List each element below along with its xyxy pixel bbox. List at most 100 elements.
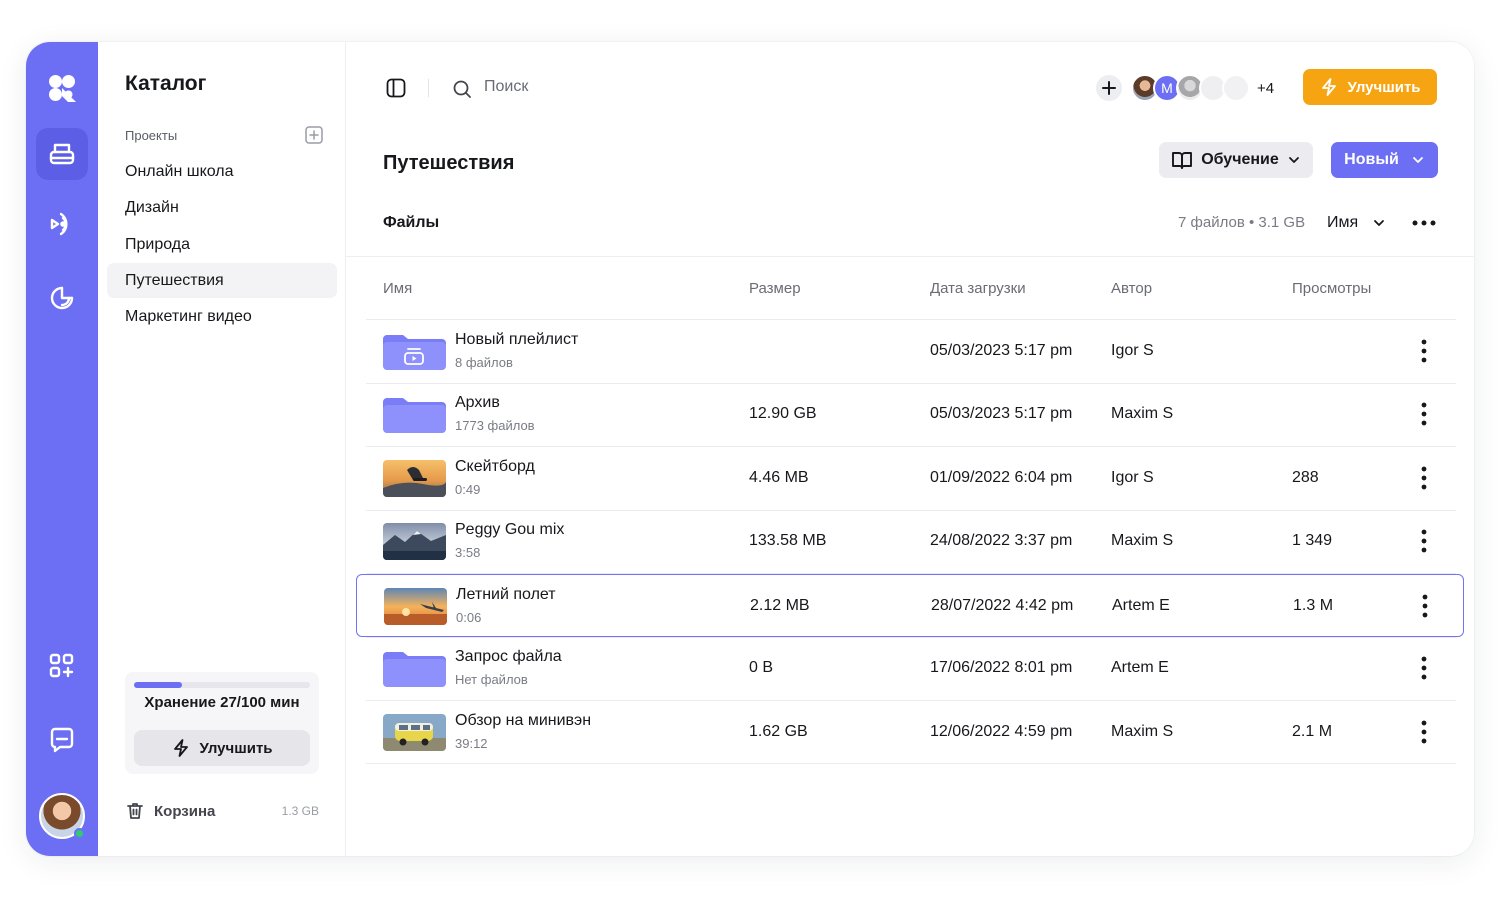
- projects-section-label: Проекты: [125, 128, 178, 143]
- more-horizontal-icon[interactable]: [1412, 220, 1436, 226]
- upload-date: 05/03/2023 5:17 pm: [930, 342, 1073, 359]
- online-status-indicator: [74, 828, 85, 839]
- column-header-date[interactable]: Дата загрузки: [930, 280, 1026, 297]
- storage-progress-fill: [134, 682, 182, 688]
- toolbar-divider: [428, 79, 429, 97]
- more-vertical-icon[interactable]: [1421, 402, 1427, 431]
- search-icon[interactable]: [452, 79, 472, 99]
- add-collaborator-button[interactable]: [1096, 75, 1122, 101]
- storage-upgrade-button[interactable]: Улучшить: [134, 730, 310, 766]
- table-row[interactable]: Запрос файла Нет файлов 0 B 17/06/2022 8:01…: [356, 637, 1464, 700]
- sidebar-project-item[interactable]: Онлайн школа: [107, 154, 337, 189]
- view-count: 2.1 M: [1292, 723, 1333, 740]
- file-author: Artem E: [1112, 596, 1170, 614]
- nav-rail: [26, 42, 98, 856]
- video-thumbnail: [384, 587, 447, 625]
- more-vertical-icon[interactable]: [1421, 656, 1427, 685]
- upload-date: 05/03/2023 5:17 pm: [930, 405, 1073, 422]
- trash-size: 1.3 GB: [281, 804, 319, 818]
- column-header-size[interactable]: Размер: [749, 280, 801, 297]
- chevron-down-icon: [1412, 157, 1423, 163]
- plus-icon: [1102, 81, 1116, 95]
- table-row[interactable]: Летний полет 0:06 2.12 MB 28/07/2022 4:42 p…: [356, 573, 1464, 637]
- upload-date: 24/08/2022 3:37 pm: [930, 532, 1073, 549]
- header-divider: [346, 256, 1474, 257]
- learn-dropdown-button[interactable]: Обучение: [1159, 142, 1313, 178]
- sidebar-project-item[interactable]: Природа: [107, 227, 337, 262]
- new-dropdown-button[interactable]: Новый: [1331, 142, 1438, 178]
- table-row[interactable]: Обзор на минивэн 39:12 1.62 GB 12/06/2022 4…: [356, 701, 1464, 764]
- main-content: Поиск M +4 Улучшить Путешествия Обучение…: [346, 42, 1474, 856]
- storage-upgrade-label: Улучшить: [199, 739, 273, 757]
- more-vertical-icon[interactable]: [1421, 720, 1427, 749]
- file-details: Нет файлов: [455, 672, 528, 687]
- file-author: Maxim S: [1111, 532, 1174, 549]
- file-details: 39:12: [455, 736, 488, 751]
- storage-progress-track: [134, 682, 310, 688]
- view-count: 288: [1292, 469, 1319, 486]
- table-row[interactable]: Скейтборд 0:49 4.46 MB 01/09/2022 6:04 pm Ig…: [356, 447, 1464, 510]
- column-header-views[interactable]: Просмотры: [1292, 280, 1371, 297]
- add-project-icon[interactable]: [305, 126, 323, 144]
- chevron-down-icon[interactable]: [1372, 216, 1386, 230]
- table-row[interactable]: Новый плейлист 8 файлов 05/03/2023 5:17 pm…: [356, 320, 1464, 383]
- apps-icon[interactable]: [36, 640, 88, 692]
- file-author: Maxim S: [1111, 405, 1174, 422]
- library-icon[interactable]: [36, 128, 88, 180]
- chat-icon[interactable]: [36, 714, 88, 766]
- file-details: 8 файлов: [455, 355, 513, 370]
- logo-icon[interactable]: [36, 62, 88, 114]
- upload-date: 17/06/2022 8:01 pm: [930, 659, 1073, 676]
- folder-icon: [383, 650, 446, 687]
- file-author: Artem E: [1111, 659, 1169, 676]
- search-input[interactable]: Поиск: [484, 78, 528, 96]
- sort-dropdown[interactable]: Имя: [1327, 214, 1358, 232]
- broadcast-icon[interactable]: [36, 198, 88, 250]
- sidebar-project-item[interactable]: Маркетинг видео: [107, 299, 337, 334]
- upgrade-label: Улучшить: [1347, 78, 1421, 96]
- storage-panel: Хранение 27/100 мин Улучшить: [125, 672, 319, 774]
- learn-label: Обучение: [1201, 151, 1279, 168]
- sidebar-project-item[interactable]: Дизайн: [107, 190, 337, 225]
- chevron-down-icon: [1288, 157, 1299, 163]
- file-details: 3:58: [455, 545, 481, 560]
- page-title: Путешествия: [383, 152, 515, 174]
- file-size: 12.90 GB: [749, 405, 817, 422]
- more-vertical-icon[interactable]: [1422, 594, 1428, 623]
- table-row[interactable]: Архив 1773 файлов 12.90 GB 05/03/2023 5:17 …: [356, 383, 1464, 446]
- more-vertical-icon[interactable]: [1421, 339, 1427, 368]
- app-window: Каталог Проекты Онлайн школа Дизайн Природ…: [26, 42, 1474, 856]
- file-name: Новый плейлист: [455, 331, 579, 348]
- file-size: 1.62 GB: [749, 723, 808, 740]
- trash-label: Корзина: [154, 802, 216, 820]
- upgrade-button[interactable]: Улучшить: [1303, 69, 1437, 105]
- file-name: Peggy Gou mix: [455, 521, 565, 538]
- trash-item[interactable]: Корзина 1.3 GB: [125, 800, 319, 822]
- view-count: 1.3 M: [1293, 596, 1334, 614]
- book-icon: [1172, 152, 1193, 169]
- column-header-author[interactable]: Автор: [1111, 280, 1152, 297]
- file-author: Igor S: [1111, 342, 1154, 359]
- analytics-icon[interactable]: [36, 272, 88, 324]
- file-name: Скейтборд: [455, 458, 535, 475]
- file-size: 2.12 MB: [750, 596, 810, 614]
- video-thumbnail: [383, 523, 446, 560]
- lightning-icon: [1322, 78, 1337, 96]
- column-header-name[interactable]: Имя: [383, 280, 412, 297]
- sidebar-toggle-icon[interactable]: [386, 78, 406, 98]
- lightning-icon: [174, 739, 189, 757]
- sidebar-title: Каталог: [125, 72, 207, 95]
- more-collaborators-count[interactable]: +4: [1257, 80, 1274, 97]
- table-row[interactable]: Peggy Gou mix 3:58 133.58 MB 24/08/2022 3:3…: [356, 510, 1464, 573]
- storage-label: Хранение 27/100 мин: [144, 694, 300, 711]
- upload-date: 01/09/2022 6:04 pm: [930, 469, 1073, 486]
- folder-icon: [383, 396, 446, 433]
- more-vertical-icon[interactable]: [1421, 466, 1427, 495]
- collaborator-avatar[interactable]: [1222, 74, 1250, 102]
- file-author: Maxim S: [1111, 723, 1174, 740]
- more-vertical-icon[interactable]: [1421, 529, 1427, 558]
- video-thumbnail: [383, 714, 446, 751]
- file-author: Igor S: [1111, 469, 1154, 486]
- sidebar-project-item[interactable]: Путешествия: [107, 262, 337, 298]
- file-size: 4.46 MB: [749, 469, 809, 486]
